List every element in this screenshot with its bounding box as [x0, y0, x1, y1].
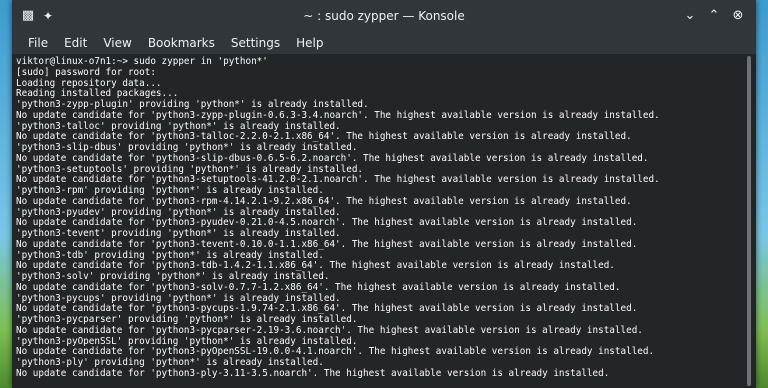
menu-settings[interactable]: Settings	[223, 32, 288, 54]
terminal-line: No update candidate for 'python3-tevent-…	[16, 238, 638, 250]
maximize-button[interactable]: ⌃	[704, 6, 724, 26]
terminal-line: No update candidate for 'python3-slip-db…	[16, 152, 649, 164]
terminal-line: No update candidate for 'python3-solv-0.…	[16, 281, 621, 293]
menu-view[interactable]: View	[95, 32, 139, 54]
scrollbar[interactable]	[742, 54, 756, 388]
konsole-window: ▩ ✦ ~ : sudo zypper — Konsole ⌄ ⌃ ⊗ File…	[12, 0, 756, 388]
terminal-line: No update candidate for 'python3-pycpars…	[16, 324, 643, 336]
menu-file[interactable]: File	[20, 32, 56, 54]
terminal-lines: viktor@linux-o7n1:~> sudo zypper in 'pyt…	[12, 54, 742, 380]
desktop-wallpaper-right	[756, 0, 768, 388]
terminal-line: [sudo] password for root:	[16, 66, 156, 78]
close-button[interactable]: ⊗	[728, 6, 748, 26]
scrollbar-thumb[interactable]	[747, 56, 751, 386]
minimize-button[interactable]: ⌄	[680, 6, 700, 26]
window-title: ~ : sudo zypper — Konsole	[303, 9, 465, 23]
terminal-line: No update candidate for 'python3-rpm-4.1…	[16, 195, 632, 207]
menu-bar: File Edit View Bookmarks Settings Help	[12, 32, 756, 54]
terminal-line: No update candidate for 'python3-zypp-pl…	[16, 109, 660, 121]
terminal-line: No update candidate for 'python3-ply-3.1…	[16, 367, 610, 379]
menu-bookmarks[interactable]: Bookmarks	[140, 32, 223, 54]
title-bar[interactable]: ▩ ✦ ~ : sudo zypper — Konsole ⌄ ⌃ ⊗	[12, 0, 756, 32]
desktop-wallpaper-left	[0, 0, 12, 388]
terminal-output[interactable]: viktor@linux-o7n1:~> sudo zypper in 'pyt…	[12, 54, 742, 388]
menu-edit[interactable]: Edit	[56, 32, 95, 54]
menu-help[interactable]: Help	[288, 32, 331, 54]
